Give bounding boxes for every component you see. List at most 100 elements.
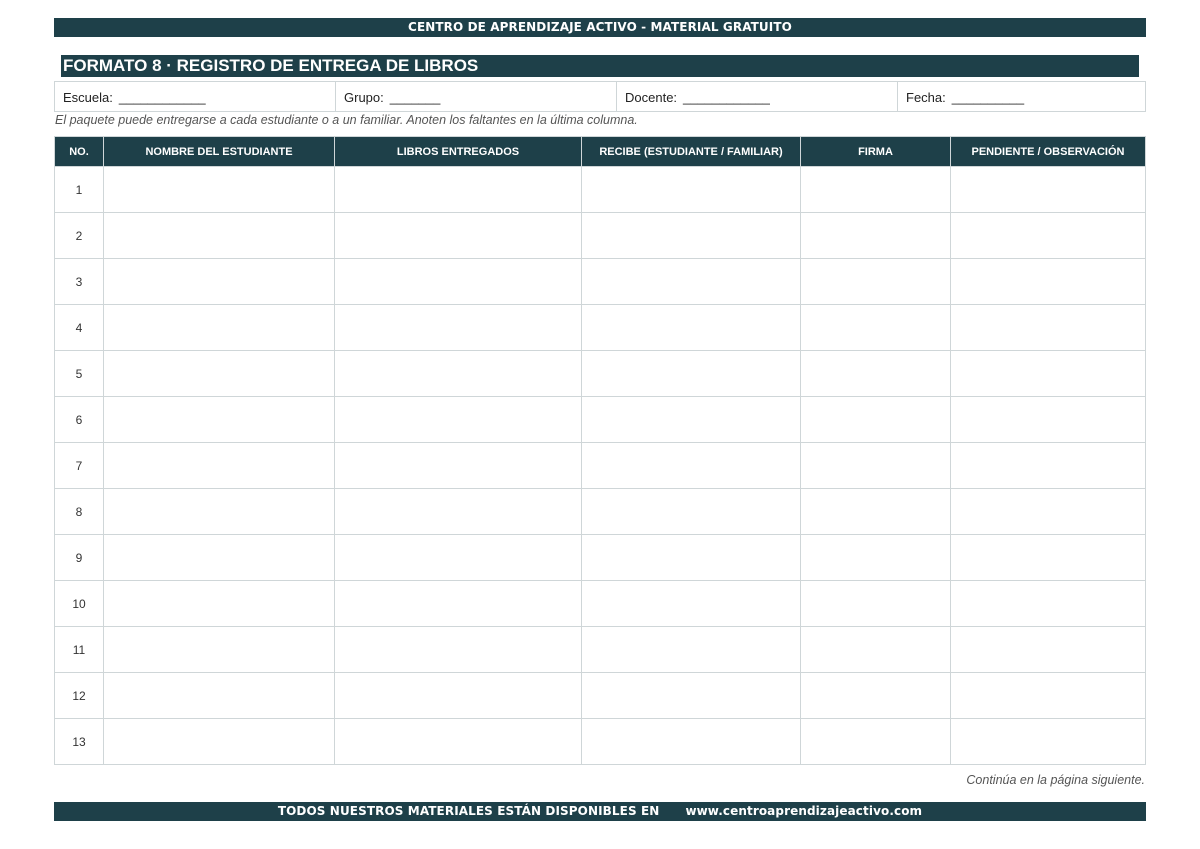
table-row: 4: [54, 304, 1146, 351]
books-delivered-cell[interactable]: [334, 534, 582, 581]
receiver-cell[interactable]: [581, 166, 801, 213]
signature-cell[interactable]: [800, 626, 951, 673]
signature-cell[interactable]: [800, 350, 951, 397]
pending-cell[interactable]: [950, 534, 1146, 581]
signature-cell[interactable]: [800, 534, 951, 581]
receiver-cell[interactable]: [581, 396, 801, 443]
books-delivered-cell[interactable]: [334, 626, 582, 673]
table-row: 7: [54, 442, 1146, 489]
column-header-recibe: RECIBE (ESTUDIANTE / FAMILIAR): [581, 136, 801, 167]
field-label: Fecha:: [906, 90, 946, 105]
signature-cell[interactable]: [800, 718, 951, 765]
table-header-row: NO. NOMBRE DEL ESTUDIANTE LIBROS ENTREGA…: [54, 136, 1146, 167]
signature-cell[interactable]: [800, 580, 951, 627]
books-delivered-cell[interactable]: [334, 166, 582, 213]
books-delivered-cell[interactable]: [334, 672, 582, 719]
books-delivered-cell[interactable]: [334, 488, 582, 535]
student-name-cell[interactable]: [103, 580, 335, 627]
field-blank: ____________: [683, 90, 770, 105]
row-number-cell: 2: [54, 212, 104, 259]
row-number-cell: 8: [54, 488, 104, 535]
books-delivered-cell[interactable]: [334, 442, 582, 489]
student-name-cell[interactable]: [103, 166, 335, 213]
pending-cell[interactable]: [950, 350, 1146, 397]
student-name-cell[interactable]: [103, 258, 335, 305]
table-row: 6: [54, 396, 1146, 443]
pending-cell[interactable]: [950, 442, 1146, 489]
books-delivered-cell[interactable]: [334, 258, 582, 305]
field-escuela[interactable]: Escuela: ____________: [55, 82, 336, 111]
student-name-cell[interactable]: [103, 304, 335, 351]
column-header-nombre: NOMBRE DEL ESTUDIANTE: [103, 136, 335, 167]
books-delivered-cell[interactable]: [334, 718, 582, 765]
student-name-cell[interactable]: [103, 212, 335, 259]
signature-cell[interactable]: [800, 258, 951, 305]
pending-cell[interactable]: [950, 580, 1146, 627]
receiver-cell[interactable]: [581, 580, 801, 627]
signature-cell[interactable]: [800, 488, 951, 535]
signature-cell[interactable]: [800, 212, 951, 259]
pending-cell[interactable]: [950, 304, 1146, 351]
receiver-cell[interactable]: [581, 626, 801, 673]
student-name-cell[interactable]: [103, 672, 335, 719]
field-label: Escuela:: [63, 90, 113, 105]
field-grupo[interactable]: Grupo: _______: [336, 82, 617, 111]
column-header-libros: LIBROS ENTREGADOS: [334, 136, 582, 167]
field-blank: _______: [389, 90, 441, 105]
pending-cell[interactable]: [950, 626, 1146, 673]
pending-cell[interactable]: [950, 396, 1146, 443]
books-delivered-cell[interactable]: [334, 350, 582, 397]
student-name-cell[interactable]: [103, 396, 335, 443]
pending-cell[interactable]: [950, 166, 1146, 213]
receiver-cell[interactable]: [581, 718, 801, 765]
signature-cell[interactable]: [800, 304, 951, 351]
receiver-cell[interactable]: [581, 442, 801, 489]
books-delivered-cell[interactable]: [334, 580, 582, 627]
pending-cell[interactable]: [950, 212, 1146, 259]
pending-cell[interactable]: [950, 488, 1146, 535]
instructions-note: El paquete puede entregarse a cada estud…: [55, 113, 638, 127]
header-banner: CENTRO DE APRENDIZAJE ACTIVO - MATERIAL …: [54, 18, 1146, 37]
signature-cell[interactable]: [800, 396, 951, 443]
receiver-cell[interactable]: [581, 258, 801, 305]
pending-cell[interactable]: [950, 718, 1146, 765]
row-number-cell: 13: [54, 718, 104, 765]
pending-cell[interactable]: [950, 672, 1146, 719]
table-row: 2: [54, 212, 1146, 259]
footer-banner: TODOS NUESTROS MATERIALES ESTÁN DISPONIB…: [54, 802, 1146, 821]
books-delivered-cell[interactable]: [334, 396, 582, 443]
column-header-pendiente: PENDIENTE / OBSERVACIÓN: [950, 136, 1146, 167]
receiver-cell[interactable]: [581, 534, 801, 581]
receiver-cell[interactable]: [581, 488, 801, 535]
student-name-cell[interactable]: [103, 626, 335, 673]
column-header-no: NO.: [54, 136, 104, 167]
student-name-cell[interactable]: [103, 442, 335, 489]
field-label: Docente:: [625, 90, 678, 105]
table-row: 1: [54, 166, 1146, 213]
receiver-cell[interactable]: [581, 672, 801, 719]
page-title: FORMATO 8 · REGISTRO DE ENTREGA DE LIBRO…: [61, 55, 1139, 77]
continue-note: Continúa en la página siguiente.: [966, 773, 1145, 787]
books-delivered-cell[interactable]: [334, 212, 582, 259]
student-name-cell[interactable]: [103, 350, 335, 397]
receiver-cell[interactable]: [581, 350, 801, 397]
student-name-cell[interactable]: [103, 488, 335, 535]
field-fecha[interactable]: Fecha: __________: [898, 82, 1145, 111]
table-row: 12: [54, 672, 1146, 719]
field-docente[interactable]: Docente: ____________: [617, 82, 898, 111]
row-number-cell: 3: [54, 258, 104, 305]
receiver-cell[interactable]: [581, 304, 801, 351]
footer-url[interactable]: www.centroaprendizajeactivo.com: [685, 804, 922, 818]
field-blank: ____________: [118, 90, 206, 105]
student-name-cell[interactable]: [103, 534, 335, 581]
info-fields-row: Escuela: ____________ Grupo: _______ Docen…: [54, 81, 1146, 112]
books-delivered-cell[interactable]: [334, 304, 582, 351]
receiver-cell[interactable]: [581, 212, 801, 259]
pending-cell[interactable]: [950, 258, 1146, 305]
field-label: Grupo:: [344, 90, 384, 105]
signature-cell[interactable]: [800, 672, 951, 719]
table-row: 13: [54, 718, 1146, 765]
student-name-cell[interactable]: [103, 718, 335, 765]
signature-cell[interactable]: [800, 166, 951, 213]
signature-cell[interactable]: [800, 442, 951, 489]
